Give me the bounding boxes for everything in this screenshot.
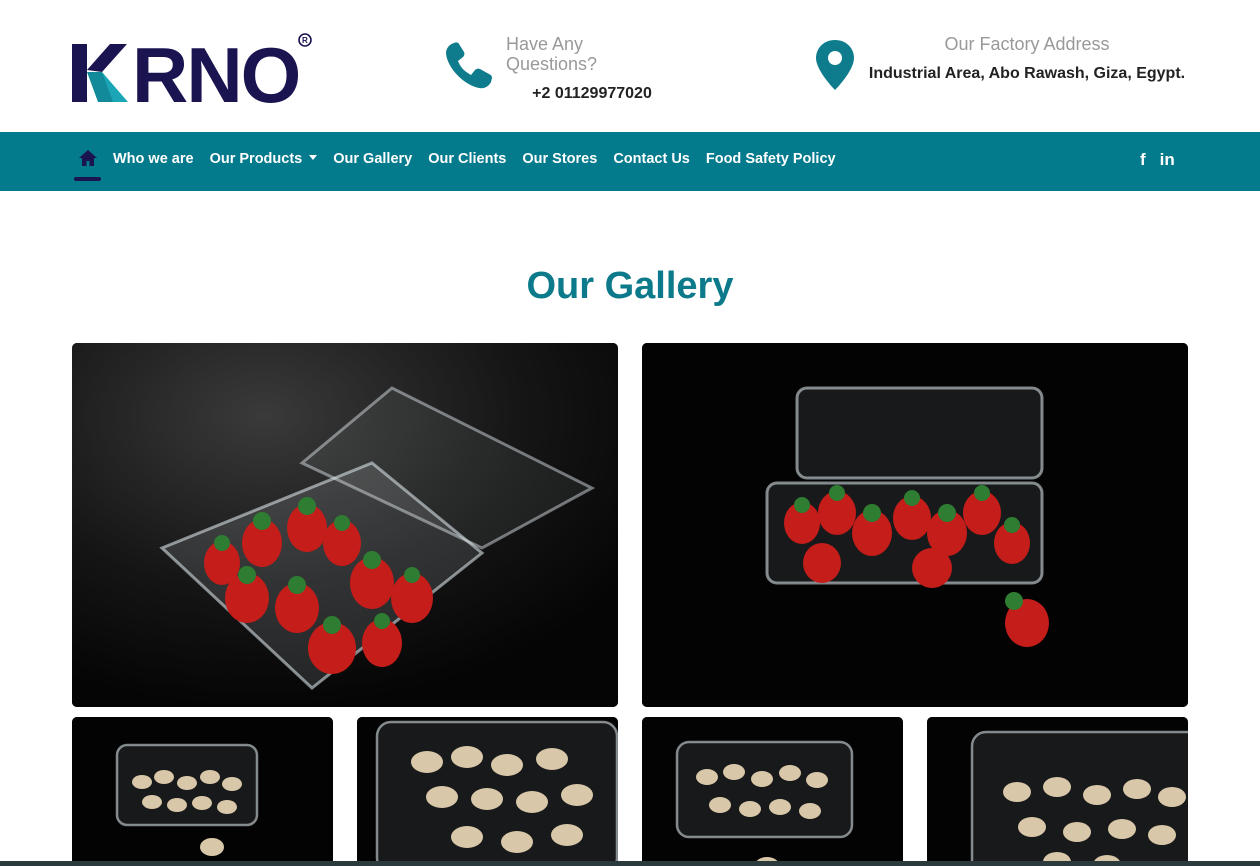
gallery-photo[interactable] [72,343,618,707]
nav-item-label: Our Products [209,151,303,167]
krno-logo[interactable]: RNO R [72,31,314,119]
contact-phone: Have Any Questions? +2 01129977020 [442,34,678,104]
nav-menu: Who we are Our Products Our Gallery Our … [113,149,836,169]
linkedin-icon[interactable]: in [1160,150,1175,170]
social-links: f in [1140,150,1175,170]
bottom-scroll-strip [0,861,1260,866]
top-header: RNO R Have Any Questions? +2 01129977020… [0,0,1260,132]
nav-item-our-products[interactable]: Our Products [210,149,318,169]
nav-item-who-we-are[interactable]: Who we are [113,149,194,169]
phone-icon [442,38,496,92]
gallery-photo[interactable] [642,717,903,866]
address-value: Industrial Area, Abo Rawash, Giza, Egypt… [868,65,1186,82]
gallery-photo[interactable] [72,717,333,866]
gallery-photo[interactable] [642,343,1188,707]
nav-item-our-clients[interactable]: Our Clients [428,149,506,169]
facebook-icon[interactable]: f [1140,150,1146,170]
nav-item-our-stores[interactable]: Our Stores [522,149,597,169]
main-navbar: Who we are Our Products Our Gallery Our … [0,132,1260,191]
active-indicator [74,177,101,181]
nav-item-food-safety-policy[interactable]: Food Safety Policy [706,149,836,169]
chevron-down-icon [309,155,318,160]
contact-address: Our Factory Address Industrial Area, Abo… [814,34,1186,92]
phone-number[interactable]: +2 01129977020 [532,84,652,104]
gallery-title: Our Gallery [526,265,734,307]
phone-label: Have Any Questions? [506,34,598,74]
nav-item-contact-us[interactable]: Contact Us [613,149,690,169]
svg-text:R: R [302,36,308,45]
address-label: Our Factory Address [944,34,1110,54]
map-pin-icon [814,38,856,92]
svg-text:RNO: RNO [132,32,299,104]
gallery-photo[interactable] [927,717,1188,866]
gallery-photo[interactable] [357,717,618,866]
nav-item-our-gallery[interactable]: Our Gallery [333,149,412,169]
